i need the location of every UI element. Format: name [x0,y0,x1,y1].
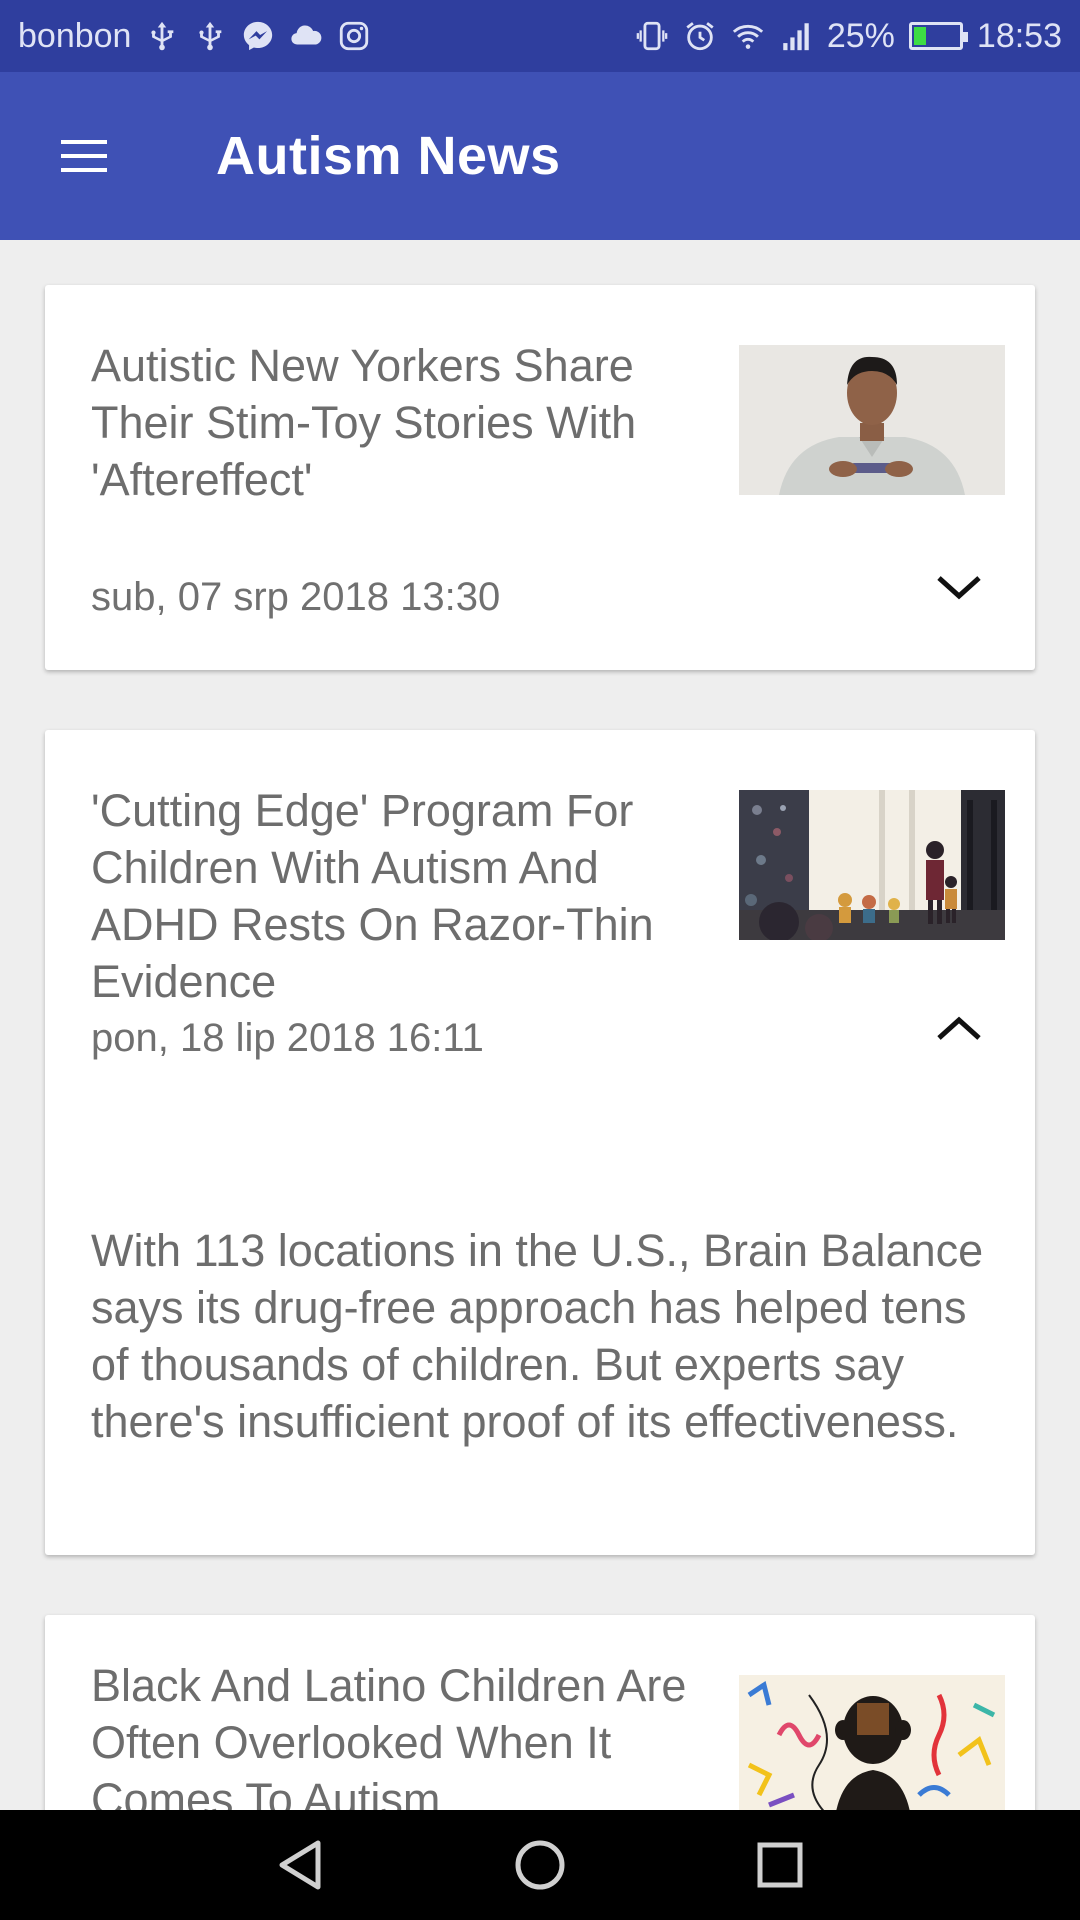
back-triangle-icon [279,1840,321,1890]
home-button[interactable] [505,1830,575,1900]
app-bar: Autism News [0,72,1080,240]
news-card[interactable]: Autistic New Yorkers Share Their Stim-To… [45,285,1035,670]
article-title[interactable]: 'Cutting Edge' Program For Children With… [91,782,711,1010]
app-title: Autism News [216,126,561,186]
clock-time: 18:53 [976,16,1062,55]
usb-icon [145,19,179,53]
battery-icon [908,22,968,50]
back-button[interactable] [265,1830,335,1900]
signal-icon [779,19,813,53]
recents-square-icon [757,1842,803,1888]
article-title[interactable]: Black And Latino Children Are Often Over… [91,1657,731,1810]
article-thumbnail[interactable] [739,790,1005,940]
system-nav-bar [0,1810,1080,1920]
instagram-icon [337,19,371,53]
menu-button[interactable] [34,106,134,206]
recents-button[interactable] [745,1830,815,1900]
battery-percent: 25% [826,16,895,55]
article-description: With 113 locations in the U.S., Brain Ba… [91,1225,984,1447]
article-thumbnail[interactable] [739,1675,1005,1810]
messenger-icon [241,19,275,53]
expand-toggle-button[interactable] [931,1000,987,1056]
battery-fill [913,27,926,45]
article-title[interactable]: Autistic New Yorkers Share Their Stim-To… [91,337,711,508]
vibrate-icon [635,19,669,53]
chevron-up-icon [937,1016,981,1040]
article-thumbnail[interactable] [739,345,1005,495]
wifi-icon [731,19,765,53]
expand-toggle-button[interactable] [931,560,987,616]
alarm-icon [683,19,717,53]
article-date: pon, 18 lip 2018 16:11 [91,1016,484,1060]
chevron-down-icon [937,576,981,600]
home-circle-icon [515,1840,565,1890]
news-card[interactable]: Black And Latino Children Are Often Over… [45,1615,1035,1810]
hamburger-menu-icon [61,140,107,172]
status-left: bonbon [18,17,371,56]
article-date: sub, 07 srp 2018 13:30 [91,575,501,619]
news-list[interactable]: Autistic New Yorkers Share Their Stim-To… [0,240,1080,1810]
cloud-icon [289,19,323,53]
news-card[interactable]: 'Cutting Edge' Program For Children With… [45,730,1035,1555]
carrier-name: bonbon [18,16,132,55]
status-right: 25% 18:53 [635,17,1062,56]
usb-icon [193,19,227,53]
status-bar: bonbon 25% 18:53 [0,0,1080,72]
